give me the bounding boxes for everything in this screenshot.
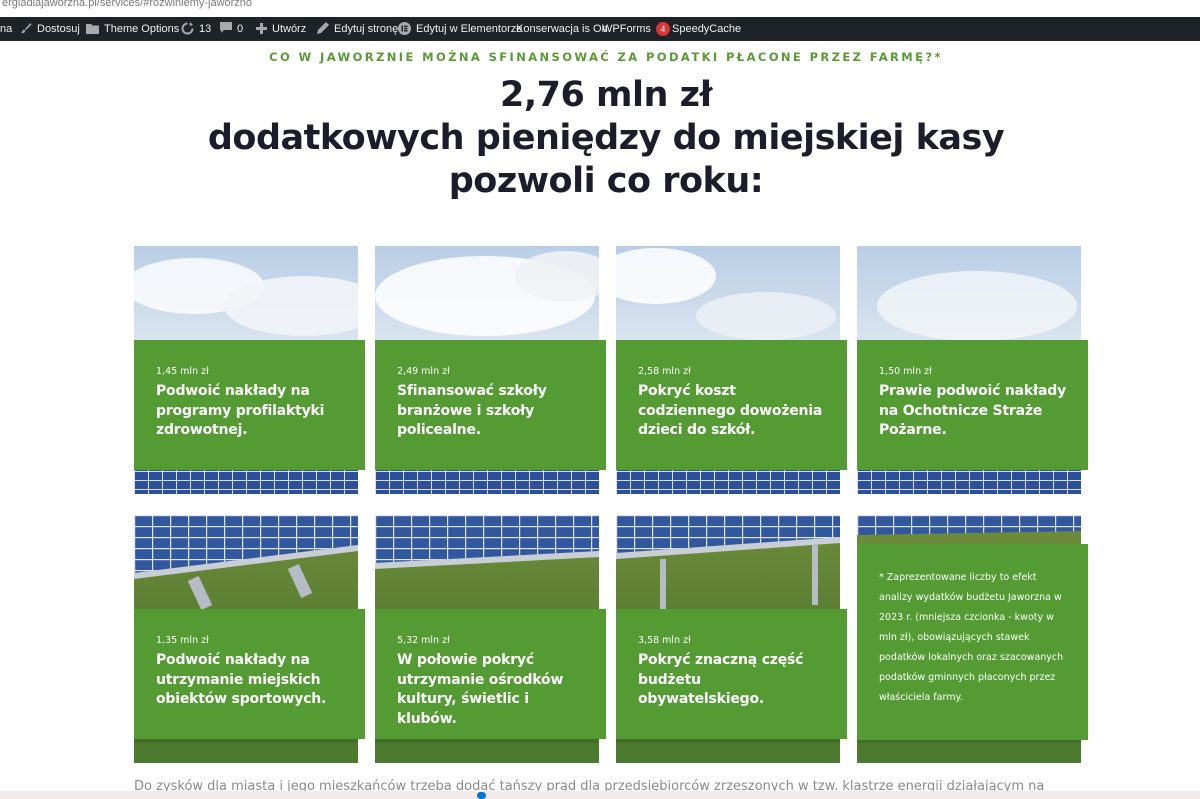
- comment-icon: [220, 22, 232, 36]
- card-amount: 1,50 mln zł: [879, 366, 932, 377]
- admin-bar-label: Edytuj stronę: [334, 23, 399, 35]
- folder-icon: [86, 23, 99, 36]
- benefit-card: 2,49 mln zł Sfinansować szkoły branżowe …: [375, 246, 606, 494]
- card-title: Pokryć znaczną część budżetu obywatelski…: [638, 652, 804, 707]
- address-bar[interactable]: ergiadlajaworzna.pl/services/#rozwiniemy…: [0, 0, 1200, 17]
- footnote-content: * Zaprezentowane liczby to efekt analizy…: [857, 544, 1088, 740]
- card-amount: 5,32 mln zł: [397, 635, 450, 646]
- card-amount: 2,49 mln zł: [397, 366, 450, 377]
- elementor-icon: [398, 21, 411, 37]
- admin-bar-wpforms[interactable]: WPForms 4: [602, 17, 670, 41]
- card-content: 2,49 mln zł Sfinansować szkoły branżowe …: [375, 340, 606, 470]
- card-content: 1,35 mln zł Podwoić nakłady na utrzymani…: [134, 609, 365, 739]
- benefit-card: 1,45 mln zł Podwoić nakłady na programy …: [134, 246, 365, 494]
- headline-line-3: pozwoli co roku:: [448, 161, 764, 201]
- benefit-card: 1,35 mln zł Podwoić nakłady na utrzymani…: [134, 515, 365, 763]
- headline-line-2: dodatkowych pieniędzy do miejskiej kasy: [207, 118, 1005, 158]
- card-title: W połowie pokryć utrzymanie ośrodków kul…: [397, 652, 564, 727]
- horizontal-scrollbar[interactable]: [0, 791, 1200, 799]
- card-content: 1,50 mln zł Prawie podwoić nakłady na Oc…: [857, 340, 1088, 470]
- admin-bar-label: Theme Options: [104, 23, 180, 35]
- scrollbar-thumb[interactable]: [477, 792, 486, 799]
- admin-bar-label: 13: [199, 23, 212, 35]
- update-icon: [181, 21, 194, 37]
- card-title: Prawie podwoić nakłady na Ochotnicze Str…: [879, 383, 1067, 438]
- admin-bar-label: Dostosuj: [37, 23, 80, 35]
- card-content: 3,58 mln zł Pokryć znaczną część budżetu…: [616, 609, 847, 739]
- admin-bar-label: na: [0, 23, 13, 35]
- benefit-card: 2,58 mln zł Pokryć koszt codziennego dow…: [616, 246, 847, 494]
- card-amount: 2,58 mln zł: [638, 366, 691, 377]
- card-title: Podwoić nakłady na utrzymanie miejskich …: [156, 652, 327, 707]
- admin-bar-site-name[interactable]: na: [0, 17, 12, 41]
- plus-icon: [256, 22, 267, 36]
- admin-bar-label: WPForms: [602, 23, 651, 35]
- footnote-text: * Zaprezentowane liczby to efekt analizy…: [879, 572, 1064, 703]
- admin-bar-edit-page[interactable]: Edytuj stronę: [317, 17, 398, 41]
- card-content: 2,58 mln zł Pokryć koszt codziennego dow…: [616, 340, 847, 470]
- admin-bar-label: Konserwacja is On: [516, 23, 608, 35]
- card-content: 1,45 mln zł Podwoić nakłady na programy …: [134, 340, 365, 470]
- pencil-icon: [317, 22, 329, 36]
- card-amount: 3,58 mln zł: [638, 635, 691, 646]
- card-title: Sfinansować szkoły branżowe i szkoły pol…: [397, 383, 547, 438]
- benefit-card: 1,50 mln zł Prawie podwoić nakłady na Oc…: [857, 246, 1088, 494]
- benefit-card: 5,32 mln zł W połowie pokryć utrzymanie …: [375, 515, 606, 763]
- brush-icon: [20, 22, 32, 36]
- admin-bar-new[interactable]: Utwórz: [256, 17, 306, 41]
- url-text: ergiadlajaworzna.pl/services/#rozwiniemy…: [2, 0, 253, 9]
- card-title: Pokryć koszt codziennego dowożenia dziec…: [638, 383, 823, 438]
- card-title: Podwoić nakłady na programy profilaktyki…: [156, 383, 325, 438]
- admin-bar-label: 0: [237, 23, 244, 35]
- admin-bar-maintenance[interactable]: Konserwacja is On: [516, 17, 608, 41]
- admin-bar-customize[interactable]: Dostosuj: [20, 17, 80, 41]
- footnote-card: * Zaprezentowane liczby to efekt analizy…: [857, 515, 1088, 763]
- admin-bar-theme-options[interactable]: Theme Options: [86, 17, 179, 41]
- admin-bar-label: SpeedyCache: [672, 23, 742, 35]
- admin-bar: na Dostosuj Theme Options 13 0 Utwórz Ed…: [0, 17, 1200, 41]
- headline-amount: 2,76 mln zł: [500, 75, 712, 115]
- card-amount: 1,45 mln zł: [156, 366, 209, 377]
- notification-badge: 4: [655, 22, 670, 36]
- card-amount: 1,35 mln zł: [156, 635, 209, 646]
- admin-bar-label: Utwórz: [272, 23, 307, 35]
- admin-bar-updates[interactable]: 13: [181, 17, 211, 41]
- card-content: 5,32 mln zł W połowie pokryć utrzymanie …: [375, 609, 606, 739]
- admin-bar-comments[interactable]: 0: [220, 17, 243, 41]
- admin-bar-label: Edytuj w Elementorze: [416, 23, 523, 35]
- admin-bar-speedycache[interactable]: SpeedyCache: [672, 17, 741, 41]
- admin-bar-edit-elementor[interactable]: Edytuj w Elementorze: [398, 17, 522, 41]
- section-eyebrow: CO W JAWORZNIE MOŻNA SFINANSOWAĆ ZA PODA…: [269, 50, 943, 64]
- benefit-card: 3,58 mln zł Pokryć znaczną część budżetu…: [616, 515, 847, 763]
